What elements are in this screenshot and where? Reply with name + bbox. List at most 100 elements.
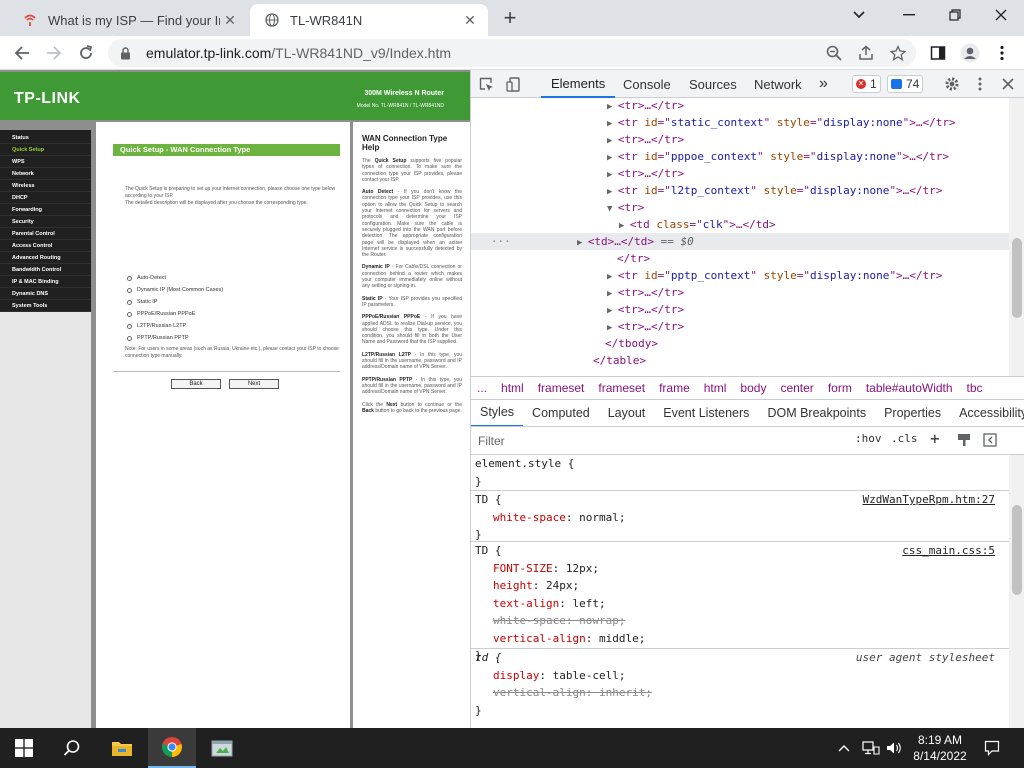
more-tabs-icon[interactable]: » (817, 70, 830, 98)
breadcrumb-item[interactable]: frameset (598, 381, 645, 395)
dom-node[interactable]: </tbody> (605, 335, 1009, 352)
windows-start-icon[interactable] (0, 728, 48, 768)
dom-node[interactable]: ▶ <td class="clk">…</td> (619, 216, 1009, 233)
element-style-rule[interactable]: element.style { } (471, 455, 1009, 491)
breadcrumb-item[interactable]: tbc (967, 381, 983, 395)
dom-node[interactable]: ▶ <tr>…</tr> (607, 131, 1009, 148)
dom-node[interactable]: ▶ <tr>…</tr> (607, 98, 1009, 114)
dom-node[interactable]: </table> (593, 352, 1009, 369)
device-toolbar-icon[interactable] (505, 75, 523, 93)
breadcrumb-item[interactable]: html (501, 381, 524, 395)
router-menu-item[interactable]: Advanced Routing (0, 252, 91, 264)
tab-close-icon[interactable]: ✕ (220, 10, 240, 30)
css-rule[interactable]: TD { css_main.css:5 FONT-SIZE: 12px; heig… (471, 542, 1009, 662)
browser-menu-icon[interactable] (990, 41, 1014, 65)
rule-source-link[interactable]: css_main.css:5 (902, 542, 995, 560)
dom-node[interactable]: ▶ <tr>…</tr> (607, 301, 1009, 318)
dom-node[interactable]: ▶ <tr id="pppoe_context" style="display:… (607, 148, 1009, 165)
router-menu-item[interactable]: System Tools (0, 300, 91, 312)
connection-type-radio[interactable]: PPTP/Russian PPTP (127, 335, 189, 341)
css-declaration[interactable]: vertical-align: inherit; (471, 684, 1009, 702)
css-declaration[interactable]: white-space: normal; (471, 509, 1009, 527)
class-toggle[interactable]: .cls (891, 432, 918, 445)
breadcrumb-item[interactable]: center (780, 381, 813, 395)
side-panel-icon[interactable] (926, 41, 950, 65)
radio-circle[interactable] (127, 275, 132, 281)
rule-source-link[interactable]: WzdWanTypeRpm.htm:27 (863, 491, 995, 509)
tab-close-icon[interactable]: ✕ (460, 10, 480, 30)
breadcrumb-item[interactable]: form (828, 381, 852, 395)
breadcrumb-item[interactable]: ... (477, 381, 487, 395)
toggle-sidebar-icon[interactable] (983, 433, 997, 450)
router-menu-item[interactable]: DHCP (0, 192, 91, 204)
dom-node[interactable]: ▶ <tr>…</tr> (607, 284, 1009, 301)
inspect-element-icon[interactable] (477, 75, 495, 93)
address-bar[interactable]: emulator.tp-link.com/TL-WR841ND_v9/Index… (108, 39, 916, 67)
styles-subtab[interactable]: Layout (599, 400, 655, 426)
css-declaration[interactable]: FONT-SIZE: 12px; (471, 560, 1009, 578)
scrollbar-thumb[interactable] (1012, 505, 1022, 595)
app-window-icon[interactable] (198, 728, 246, 768)
notifications-icon[interactable] (984, 728, 1000, 768)
styles-scrollbar[interactable] (1009, 455, 1024, 728)
router-menu-item[interactable]: Wireless (0, 180, 91, 192)
radio-circle[interactable] (127, 323, 132, 329)
forward-arrow-icon[interactable] (42, 41, 66, 65)
connection-type-radio[interactable]: Auto-Detect (127, 275, 166, 281)
css-declaration[interactable]: display: table-cell; (471, 667, 1009, 685)
connection-type-radio[interactable]: Dynamic IP (Most Common Cases) (127, 287, 223, 293)
zoom-icon[interactable] (822, 41, 846, 65)
close-devtools-icon[interactable] (999, 75, 1017, 93)
styles-subtab[interactable]: Properties (875, 400, 950, 426)
tray-chevron-up-icon[interactable] (838, 728, 850, 768)
error-badge[interactable]: ✕ 1 (852, 75, 881, 93)
breadcrumb-item[interactable]: frame (659, 381, 690, 395)
search-icon[interactable] (48, 728, 96, 768)
reload-icon[interactable] (74, 41, 98, 65)
chrome-icon[interactable] (148, 728, 196, 768)
dom-scrollbar[interactable] (1009, 98, 1024, 376)
back-arrow-icon[interactable] (10, 41, 34, 65)
file-explorer-icon[interactable] (98, 728, 146, 768)
tab-network[interactable]: Network (752, 70, 804, 98)
restore-icon[interactable] (940, 4, 970, 26)
css-rule[interactable]: TD { WzdWanTypeRpm.htm:27 white-space: n… (471, 491, 1009, 542)
styles-subtab[interactable]: Computed (523, 400, 599, 426)
router-menu-item[interactable]: IP & MAC Binding (0, 276, 91, 288)
css-declaration[interactable]: vertical-align: middle; (471, 630, 1009, 648)
paint-icon[interactable] (957, 433, 971, 450)
breadcrumb-item[interactable]: frameset (538, 381, 585, 395)
back-button[interactable]: Back (171, 379, 221, 389)
router-menu-item[interactable]: Parental Control (0, 228, 91, 240)
next-button[interactable]: Next (229, 379, 279, 389)
lock-icon[interactable] (120, 46, 132, 60)
radio-circle[interactable] (127, 299, 132, 305)
dom-node[interactable]: ▼ <tr> (607, 199, 1009, 216)
router-menu-item[interactable]: Forwarding (0, 204, 91, 216)
settings-gear-icon[interactable] (943, 75, 961, 93)
tab-sources[interactable]: Sources (687, 70, 739, 98)
router-menu-item[interactable]: Quick Setup (0, 144, 91, 156)
dom-node-selected[interactable]: ··· ▶ <td>…</td> == $0 (471, 233, 1009, 250)
connection-type-radio[interactable]: Static IP (127, 299, 157, 305)
radio-circle[interactable] (127, 287, 132, 293)
css-declaration[interactable]: white-space: nowrap; (471, 612, 1009, 630)
router-menu-item[interactable]: Network (0, 168, 91, 180)
minimize-icon[interactable] (894, 4, 924, 26)
router-menu-item[interactable]: Dynamic DNS (0, 288, 91, 300)
tab-elements[interactable]: Elements (541, 70, 616, 98)
radio-circle[interactable] (127, 311, 132, 317)
router-menu-item[interactable]: Bandwidth Control (0, 264, 91, 276)
dom-node[interactable]: ▶ <tr id="pptp_context" style="display:n… (607, 267, 1009, 284)
network-icon[interactable] (862, 728, 880, 768)
tab-console[interactable]: Console (621, 70, 673, 98)
clock[interactable]: 8:19 AM 8/14/2022 (900, 732, 980, 764)
styles-subtab[interactable]: Event Listeners (654, 400, 758, 426)
connection-type-radio[interactable]: PPPoE/Russian PPPoE (127, 311, 195, 317)
dom-node[interactable]: ▶ <tr>…</tr> (607, 318, 1009, 335)
dom-node[interactable]: ▶ <tr>…</tr> (607, 165, 1009, 182)
close-window-icon[interactable] (986, 4, 1016, 26)
router-menu-item[interactable]: WPS (0, 156, 91, 168)
scrollbar-thumb[interactable] (1012, 238, 1022, 318)
new-tab-icon[interactable]: + (498, 5, 522, 30)
